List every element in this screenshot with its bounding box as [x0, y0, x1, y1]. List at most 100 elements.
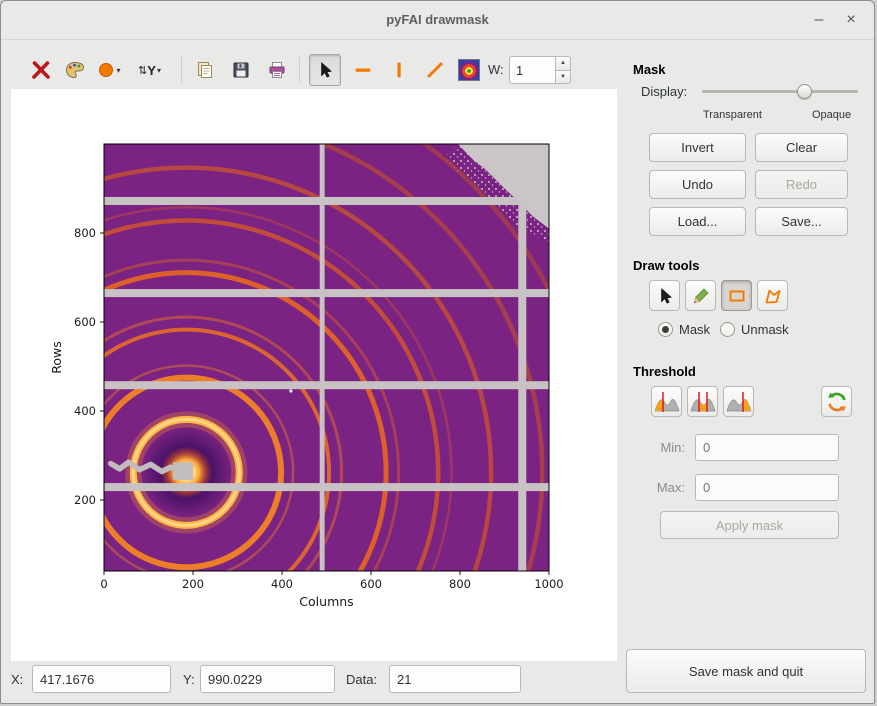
draw-tool-pointer-button[interactable] [649, 280, 680, 311]
save-icon [231, 60, 251, 80]
threshold-between-button[interactable] [687, 386, 718, 417]
svg-text:0: 0 [100, 577, 107, 591]
palette-icon [64, 59, 86, 81]
pencil-icon [691, 286, 711, 306]
histogram-above-icon [726, 391, 752, 413]
profile-width-spinbox[interactable]: ▲ ▼ [509, 56, 573, 84]
pointer-icon [315, 60, 335, 80]
invert-button[interactable]: Invert [649, 133, 746, 162]
mask-section-title: Mask [633, 62, 666, 77]
vertical-line-icon [389, 60, 409, 80]
threshold-title: Threshold [633, 364, 696, 379]
mask-radio[interactable] [658, 322, 673, 337]
y-axis-arrows-icon: ⇅ [138, 64, 147, 77]
svg-text:200: 200 [182, 577, 204, 591]
diagonal-line-icon [425, 60, 445, 80]
x-coordinate-label: X: [11, 672, 23, 687]
horizontal-line-icon [353, 60, 373, 80]
print-button[interactable] [261, 54, 293, 86]
unmask-radio-label[interactable]: Unmask [741, 322, 789, 337]
title-bar[interactable]: pyFAI drawmask – × [1, 1, 874, 40]
y-axis-icon: Y [147, 63, 156, 78]
svg-text:600: 600 [74, 315, 96, 329]
slider-groove [702, 90, 858, 93]
svg-text:800: 800 [449, 577, 471, 591]
pointer-icon [655, 286, 675, 306]
svg-text:400: 400 [271, 577, 293, 591]
load-mask-button[interactable]: Load... [649, 207, 746, 236]
display-opacity-slider[interactable] [702, 83, 858, 100]
threshold-above-button[interactable] [723, 386, 754, 417]
line-profile-button[interactable] [419, 54, 451, 86]
close-button[interactable]: × [840, 9, 862, 31]
window-title: pyFAI drawmask [1, 12, 874, 27]
svg-text:Columns: Columns [299, 594, 353, 609]
toolbar-separator [299, 57, 300, 83]
svg-text:Rows: Rows [49, 341, 64, 374]
minimize-button[interactable]: – [808, 9, 830, 31]
max-label: Max: [647, 480, 685, 495]
draw-tool-pencil-button[interactable] [685, 280, 716, 311]
reload-threshold-button[interactable] [821, 386, 852, 417]
data-value-field[interactable] [389, 665, 521, 693]
vertical-profile-button[interactable] [383, 54, 415, 86]
y-axis-direction-button[interactable]: ⇅ Y ▾ [133, 54, 165, 86]
svg-text:800: 800 [74, 226, 96, 240]
dropdown-arrow-icon: ▾ [116, 66, 120, 75]
svg-text:200: 200 [74, 493, 96, 507]
clear-profile-button[interactable] [25, 54, 57, 86]
spin-up-button[interactable]: ▲ [555, 56, 571, 70]
undo-button[interactable]: Undo [649, 170, 746, 199]
min-label: Min: [647, 440, 685, 455]
max-input[interactable] [695, 474, 839, 501]
mask-radio-label[interactable]: Mask [679, 322, 710, 337]
svg-text:600: 600 [360, 577, 382, 591]
marker-style-button[interactable]: ▾ [93, 54, 125, 86]
y-coordinate-label: Y: [183, 672, 195, 687]
min-input[interactable] [695, 434, 839, 461]
horizontal-profile-button[interactable] [347, 54, 379, 86]
apply-mask-button: Apply mask [660, 511, 839, 539]
dropdown-arrow-icon: ▾ [157, 66, 161, 75]
save-mask-button[interactable]: Save... [755, 207, 848, 236]
toolbar-separator [181, 57, 182, 83]
copy-icon [195, 60, 215, 80]
profile-colormap-button[interactable] [453, 54, 485, 86]
width-input[interactable] [509, 56, 555, 84]
y-coordinate-field[interactable] [200, 665, 335, 693]
plot-area[interactable]: 0 200 400 600 800 1000 200 400 600 800 Columns Rows [11, 89, 617, 661]
colormap-preview-icon [458, 59, 480, 81]
rectangle-icon [727, 286, 747, 306]
draw-tool-rectangle-button[interactable] [721, 280, 752, 311]
refresh-icon [825, 390, 849, 414]
pointer-mode-button[interactable] [309, 54, 341, 86]
red-x-icon [30, 59, 52, 81]
copy-button[interactable] [189, 54, 221, 86]
draw-tool-polygon-button[interactable] [757, 280, 788, 311]
diffraction-plot[interactable]: 0 200 400 600 800 1000 200 400 600 800 Columns Rows [11, 89, 617, 661]
polygon-icon [763, 286, 783, 306]
app-window: pyFAI drawmask – × ▾ ⇅ Y ▾ [0, 0, 875, 704]
save-snapshot-button[interactable] [225, 54, 257, 86]
width-label: W: [488, 62, 504, 77]
data-value-label: Data: [346, 672, 377, 687]
svg-text:400: 400 [74, 404, 96, 418]
spin-down-button[interactable]: ▼ [555, 70, 571, 85]
unmask-radio[interactable] [720, 322, 735, 337]
draw-tools-title: Draw tools [633, 258, 699, 273]
svg-text:1000: 1000 [534, 577, 563, 591]
redo-button: Redo [755, 170, 848, 199]
threshold-below-button[interactable] [651, 386, 682, 417]
save-mask-quit-button[interactable]: Save mask and quit [626, 649, 866, 693]
display-slider-handle[interactable] [797, 84, 812, 99]
colormap-dialog-button[interactable] [59, 54, 91, 86]
histogram-below-icon [654, 391, 680, 413]
histogram-between-icon [690, 391, 716, 413]
clear-button[interactable]: Clear [755, 133, 848, 162]
opaque-label: Opaque [812, 109, 851, 121]
circle-marker-icon [97, 61, 115, 79]
x-coordinate-field[interactable] [32, 665, 171, 693]
display-label: Display: [641, 84, 687, 99]
print-icon [267, 60, 287, 80]
transparent-label: Transparent [703, 109, 762, 121]
